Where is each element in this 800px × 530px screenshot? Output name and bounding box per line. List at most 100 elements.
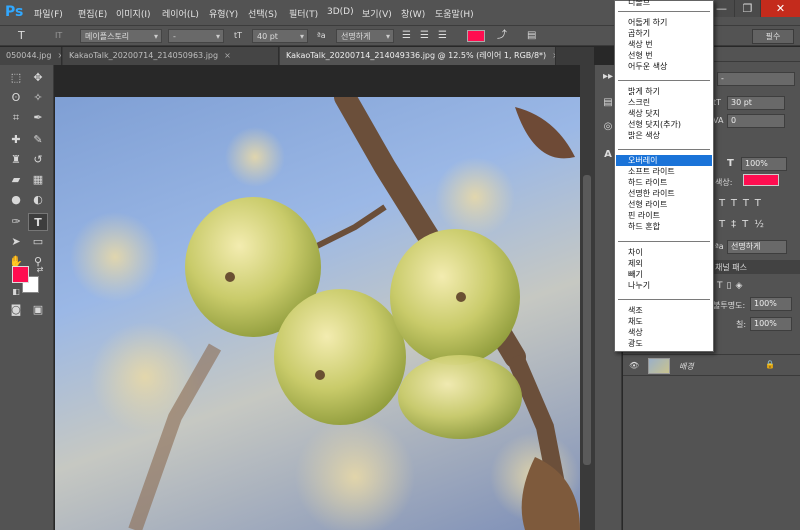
blend-option[interactable]: 색상 번 bbox=[616, 39, 712, 50]
healing-icon[interactable]: ✚ bbox=[6, 131, 26, 149]
blend-option[interactable]: 선형 닷지(추가) bbox=[616, 119, 712, 130]
faux-style-buttons[interactable]: TTTT bbox=[719, 198, 767, 209]
blend-option[interactable]: 소프트 라이트 bbox=[616, 166, 712, 177]
document-canvas-area bbox=[55, 65, 580, 530]
type-tool-icon[interactable]: T bbox=[18, 29, 25, 43]
opacity-field[interactable]: 100% bbox=[750, 297, 792, 311]
blend-option[interactable]: 어두운 색상 bbox=[616, 61, 712, 72]
blend-option[interactable]: 선형 번 bbox=[616, 50, 712, 61]
blend-option[interactable]: 밝은 색상 bbox=[616, 130, 712, 141]
eyedropper-icon[interactable]: ✒ bbox=[28, 109, 48, 127]
blend-option[interactable]: 제외 bbox=[616, 258, 712, 269]
font-size-select[interactable]: 40 pt bbox=[252, 29, 308, 44]
blend-option[interactable]: 어둡게 하기 bbox=[616, 17, 712, 28]
tracking-field[interactable]: 0 bbox=[727, 114, 785, 128]
blend-option[interactable]: 색상 bbox=[616, 327, 712, 338]
menu-layer[interactable]: 레이어(L) bbox=[162, 7, 199, 20]
text-color-swatch[interactable] bbox=[467, 30, 485, 42]
scrollbar-thumb[interactable] bbox=[583, 175, 591, 465]
panel-antialias-icon: ªa bbox=[715, 242, 724, 251]
visibility-eye-icon[interactable]: 👁 bbox=[629, 361, 639, 370]
menu-window[interactable]: 창(W) bbox=[401, 7, 425, 20]
blend-option[interactable]: 핀 라이트 bbox=[616, 210, 712, 221]
baseline-style-buttons[interactable]: T‡T½ bbox=[719, 219, 770, 230]
fill-label: 칠: bbox=[736, 320, 747, 329]
menu-type[interactable]: 유형(Y) bbox=[209, 7, 238, 20]
pen-icon[interactable]: ✑ bbox=[6, 213, 26, 231]
menu-filter[interactable]: 필터(T) bbox=[289, 7, 318, 20]
blend-option[interactable]: 디졸브 bbox=[616, 0, 712, 8]
blend-option[interactable]: 하드 라이트 bbox=[616, 177, 712, 188]
blend-option[interactable]: 스크린 bbox=[616, 97, 712, 108]
blend-option[interactable]: 밝게 하기 bbox=[616, 86, 712, 97]
foreground-color-swatch[interactable] bbox=[12, 266, 29, 283]
channels-paths-tabs[interactable]: 채널 패스 bbox=[715, 262, 747, 273]
layer-row-background[interactable]: 👁 배경 🔒 bbox=[623, 354, 800, 376]
shape-icon[interactable]: ▭ bbox=[28, 233, 48, 251]
tab-document-1[interactable]: 050044.jpg × bbox=[0, 47, 62, 65]
tab-document-2[interactable]: KakaoTalk_20200714_214050963.jpg × bbox=[63, 47, 279, 65]
essentials-button[interactable]: 필수 bbox=[752, 29, 794, 44]
close-icon[interactable]: × bbox=[57, 51, 61, 60]
menu-file[interactable]: 파일(F) bbox=[34, 7, 63, 20]
tab-document-active[interactable]: KakaoTalk_20200714_214049336.jpg @ 12.5%… bbox=[280, 47, 556, 65]
blend-option[interactable]: 빼기 bbox=[616, 269, 712, 280]
path-select-icon[interactable]: ➤ bbox=[6, 233, 26, 251]
marquee-icon[interactable]: ⬚ bbox=[6, 69, 26, 87]
close-icon[interactable]: × bbox=[224, 51, 231, 60]
panel-antialias-select[interactable]: 선명하게 bbox=[727, 240, 787, 254]
align-center-icon[interactable]: ☰ bbox=[420, 29, 429, 43]
history-brush-icon[interactable]: ↺ bbox=[28, 151, 48, 169]
menu-edit[interactable]: 편집(E) bbox=[78, 7, 107, 20]
align-left-icon[interactable]: ☰ bbox=[402, 29, 411, 43]
blend-option[interactable]: 곱하기 bbox=[616, 28, 712, 39]
font-style-field[interactable]: - bbox=[717, 72, 795, 86]
menu-image[interactable]: 이미지(I) bbox=[116, 7, 151, 20]
warp-text-icon[interactable]: ⤴ bbox=[497, 29, 507, 43]
lock-icon: 🔒 bbox=[765, 360, 775, 369]
font-size-field[interactable]: 30 pt bbox=[727, 96, 785, 110]
blend-option[interactable]: 색상 닷지 bbox=[616, 108, 712, 119]
blur-icon[interactable]: ● bbox=[6, 191, 26, 209]
menu-help[interactable]: 도움말(H) bbox=[435, 7, 474, 20]
blend-option[interactable]: 색조 bbox=[616, 305, 712, 316]
antialias-select[interactable]: 선명하게 bbox=[336, 29, 394, 44]
text-orientation-icon[interactable]: IT bbox=[55, 29, 62, 43]
menu-3d[interactable]: 3D(D) bbox=[327, 7, 354, 17]
blend-option[interactable]: 광도 bbox=[616, 338, 712, 349]
crop-icon[interactable]: ⌗ bbox=[6, 109, 26, 127]
text-color-swatch-panel[interactable] bbox=[743, 174, 779, 186]
type-icon[interactable]: T bbox=[28, 213, 48, 231]
brush-icon[interactable]: ✎ bbox=[28, 131, 48, 149]
align-right-icon[interactable]: ☰ bbox=[438, 29, 447, 43]
blend-option[interactable]: 선형 라이트 bbox=[616, 199, 712, 210]
restore-button[interactable]: ❐ bbox=[734, 0, 760, 17]
blend-option-selected[interactable]: 오버레이 bbox=[616, 155, 712, 166]
lasso-icon[interactable]: ʘ bbox=[6, 89, 26, 107]
blend-option[interactable]: 차이 bbox=[616, 247, 712, 258]
canvas-vertical-scrollbar[interactable] bbox=[580, 65, 594, 530]
quick-mask-icon[interactable]: ◙ bbox=[6, 301, 26, 319]
close-icon[interactable]: × bbox=[552, 51, 555, 60]
layer-filter-icons[interactable]: T▯◈ bbox=[717, 281, 746, 291]
eraser-icon[interactable]: ▰ bbox=[6, 171, 26, 189]
horizontal-scale-field[interactable]: 100% bbox=[741, 157, 787, 171]
move-icon[interactable]: ✥ bbox=[28, 69, 48, 87]
screen-mode-icon[interactable]: ▣ bbox=[28, 301, 48, 319]
magic-wand-icon[interactable]: ✧ bbox=[28, 89, 48, 107]
stamp-icon[interactable]: ♜ bbox=[6, 151, 26, 169]
image-canvas[interactable] bbox=[55, 97, 580, 530]
font-family-select[interactable]: 메이플스토리 bbox=[80, 29, 162, 44]
fill-field[interactable]: 100% bbox=[750, 317, 792, 331]
blend-option[interactable]: 하드 혼합 bbox=[616, 221, 712, 232]
close-window-button[interactable]: ✕ bbox=[760, 0, 800, 17]
blend-option[interactable]: 채도 bbox=[616, 316, 712, 327]
dodge-icon[interactable]: ◐ bbox=[28, 191, 48, 209]
blend-option[interactable]: 선명한 라이트 bbox=[616, 188, 712, 199]
menu-view[interactable]: 보기(V) bbox=[362, 7, 392, 20]
menu-select[interactable]: 선택(S) bbox=[248, 7, 277, 20]
panels-toggle-icon[interactable]: ▤ bbox=[527, 29, 536, 43]
gradient-icon[interactable]: ▦ bbox=[28, 171, 48, 189]
blend-option[interactable]: 나누기 bbox=[616, 280, 712, 291]
font-style-select[interactable]: - bbox=[168, 29, 224, 44]
